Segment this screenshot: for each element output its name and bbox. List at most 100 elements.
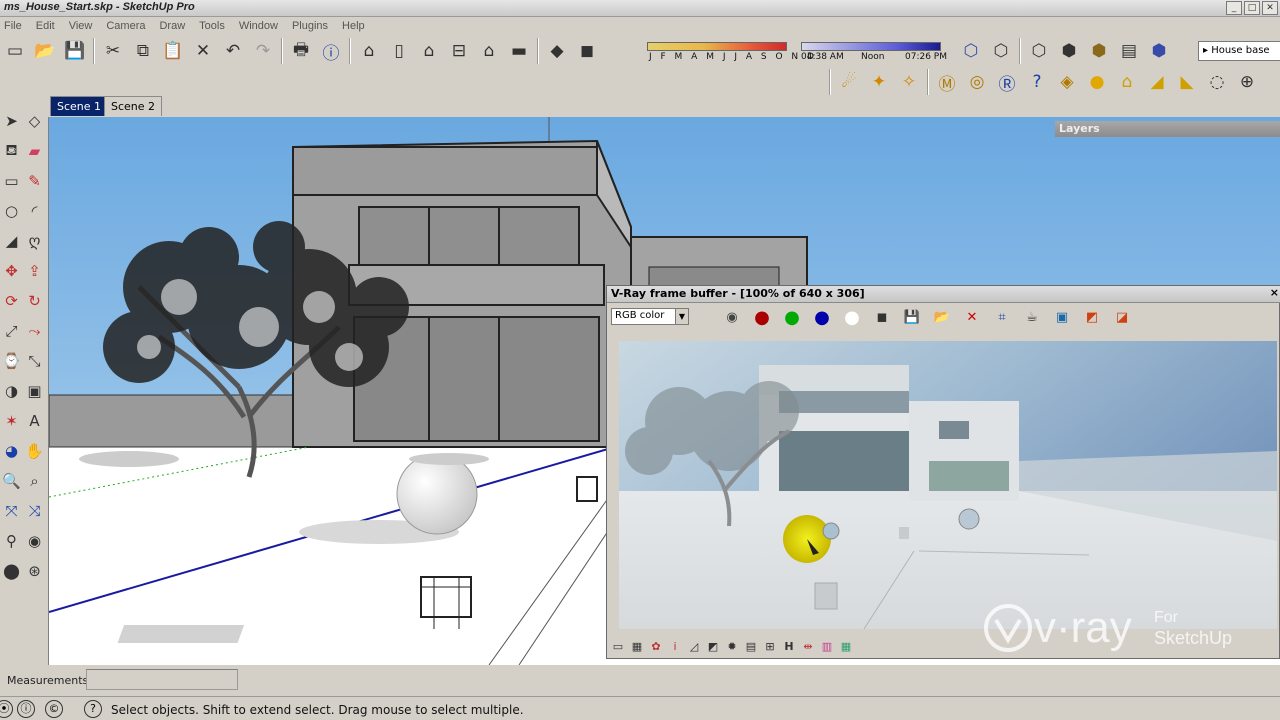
tab-scene-2[interactable]: Scene 2 (104, 96, 163, 116)
render-icon[interactable]: Ⓡ (992, 68, 1022, 96)
help-icon[interactable]: ? (1022, 68, 1052, 96)
text-icon[interactable]: ▣ (23, 376, 46, 406)
infinite-plane-icon[interactable]: ⊕ (1232, 68, 1262, 96)
wireframe-icon[interactable]: ⬡ (986, 37, 1016, 65)
spot-light-icon[interactable]: ✦ (864, 68, 894, 96)
push-pull-icon[interactable]: ⇪ (23, 256, 46, 286)
color-clamp-icon[interactable]: ▥ (820, 640, 834, 653)
minimize-button[interactable]: _ (1226, 1, 1242, 15)
vfb-close-icon[interactable]: × (1270, 286, 1279, 299)
green-channel-icon[interactable]: ● (779, 305, 805, 329)
orbit-icon[interactable]: ◕ (0, 436, 23, 466)
offset-icon[interactable]: ⤳ (23, 316, 46, 346)
region-render-icon[interactable]: ▣ (1049, 305, 1075, 329)
info-icon[interactable]: i (668, 640, 682, 653)
menu-window[interactable]: Window (239, 20, 278, 32)
menu-help[interactable]: Help (342, 20, 365, 32)
rectangle-icon[interactable]: ▭ (0, 166, 23, 196)
sphere-light-icon[interactable]: ● (1082, 68, 1112, 96)
3d-text-icon[interactable]: A (23, 406, 46, 436)
user-icon[interactable]: © (45, 700, 63, 718)
line-icon[interactable]: ✎ (23, 166, 46, 196)
exposure-icon[interactable]: ✹ (725, 640, 739, 653)
look-around-icon[interactable]: ◉ (23, 526, 46, 556)
polygon-icon[interactable]: ◢ (0, 226, 23, 256)
levels-icon[interactable]: ◩ (706, 640, 720, 653)
erase-icon[interactable]: ✕ (188, 37, 218, 65)
select-icon[interactable]: ➤ (0, 106, 23, 136)
frame-buffer-icon[interactable]: ◈ (1052, 68, 1082, 96)
lut-icon[interactable]: ✿ (649, 640, 663, 653)
clear-image-icon[interactable]: ✕ (959, 305, 985, 329)
menu-draw[interactable]: Draw (159, 20, 185, 32)
options-icon[interactable]: ◎ (962, 68, 992, 96)
textured-icon[interactable]: ⬢ (1084, 37, 1114, 65)
tape-measure-icon[interactable]: ⌚ (0, 346, 23, 376)
open-icon[interactable]: 📂 (30, 37, 60, 65)
time-slider[interactable] (801, 42, 941, 51)
curve-icon[interactable]: ◿ (687, 640, 701, 653)
pan-icon[interactable]: ✋ (23, 436, 46, 466)
menu-camera[interactable]: Camera (106, 20, 145, 32)
protractor-icon[interactable]: ◑ (0, 376, 23, 406)
instructor-icon[interactable]: ? (84, 700, 102, 718)
component-icon[interactable]: ⬢ (1144, 37, 1174, 65)
info-icon[interactable]: ⓘ (316, 37, 346, 65)
spot-icon[interactable]: ◢ (1142, 68, 1172, 96)
pixel-aspect-icon[interactable]: ⇹ (801, 640, 815, 653)
back-view-icon[interactable]: ⌂ (474, 37, 504, 65)
month-slider[interactable] (647, 42, 787, 51)
shadows-icon[interactable]: ◆ (542, 37, 572, 65)
rotate-icon[interactable]: ⟳ (0, 286, 23, 316)
material-editor-icon[interactable]: Ⓜ (932, 68, 962, 96)
geo-location-icon[interactable]: ⦿ (0, 700, 13, 718)
red-channel-icon[interactable]: ● (749, 305, 775, 329)
ies-light-icon[interactable]: ✧ (894, 68, 924, 96)
display-colors-icon[interactable]: ▦ (839, 640, 853, 653)
cut-icon[interactable]: ✂ (98, 37, 128, 65)
paste-icon[interactable]: 📋 (158, 37, 188, 65)
zoom-window-icon[interactable]: ⌕ (23, 466, 46, 496)
monochrome-icon[interactable]: ▤ (1114, 37, 1144, 65)
maximize-button[interactable]: □ (1244, 1, 1260, 15)
h-button[interactable]: H (782, 640, 796, 653)
menu-edit[interactable]: Edit (36, 20, 55, 32)
freehand-icon[interactable]: ღ (23, 226, 46, 256)
teapot-icon[interactable]: ☕ (1019, 305, 1045, 329)
track-mouse-icon[interactable]: ⌗ (989, 305, 1015, 329)
menu-tools[interactable]: Tools (199, 20, 225, 32)
omni-light-icon[interactable]: ⌂ (1112, 68, 1142, 96)
load-image-icon[interactable]: 📂 (929, 305, 955, 329)
hidden-line-icon[interactable]: ⬡ (1024, 37, 1054, 65)
rect-light-icon[interactable]: ◣ (1172, 68, 1202, 96)
circle-icon[interactable]: ○ (0, 196, 23, 226)
history-icon[interactable]: ▭ (611, 640, 625, 653)
scale-icon[interactable]: ⤢ (0, 316, 23, 346)
save-image-icon[interactable]: 💾 (899, 305, 925, 329)
dome-light-icon[interactable]: ◌ (1202, 68, 1232, 96)
menu-view[interactable]: View (69, 20, 93, 32)
histogram-icon[interactable]: ⊞ (763, 640, 777, 653)
credits-icon[interactable]: ⓘ (17, 700, 35, 718)
move-icon[interactable]: ✥ (0, 256, 23, 286)
srgb-icon[interactable]: ▤ (744, 640, 758, 653)
mono-icon[interactable]: ◼ (869, 305, 895, 329)
arc-icon[interactable]: ◜ (23, 196, 46, 226)
blue-channel-icon[interactable]: ● (809, 305, 835, 329)
layers-panel-header[interactable]: Layers (1055, 121, 1280, 137)
left-view-icon[interactable]: ▬ (504, 37, 534, 65)
channel-select[interactable]: RGB color ▼ (611, 308, 689, 325)
rgb-channels-icon[interactable]: ◉ (719, 305, 745, 329)
follow-me-icon[interactable]: ↻ (23, 286, 46, 316)
redo-icon[interactable]: ↷ (248, 37, 278, 65)
vfb-title-bar[interactable]: V-Ray frame buffer - [100% of 640 x 306]… (607, 286, 1280, 303)
dimension-icon[interactable]: ⤡ (23, 346, 46, 376)
fog-icon[interactable]: ◼ (572, 37, 602, 65)
previous-view-icon[interactable]: ⤨ (23, 496, 46, 526)
copy-icon[interactable]: ⧉ (128, 37, 158, 65)
xray-icon[interactable]: ⬡ (956, 37, 986, 65)
correction-icon[interactable]: ▦ (630, 640, 644, 653)
eraser-icon[interactable]: ▰ (23, 136, 46, 166)
save-icon[interactable]: 💾 (60, 37, 90, 65)
section-plane-icon[interactable]: ⊛ (23, 556, 46, 586)
